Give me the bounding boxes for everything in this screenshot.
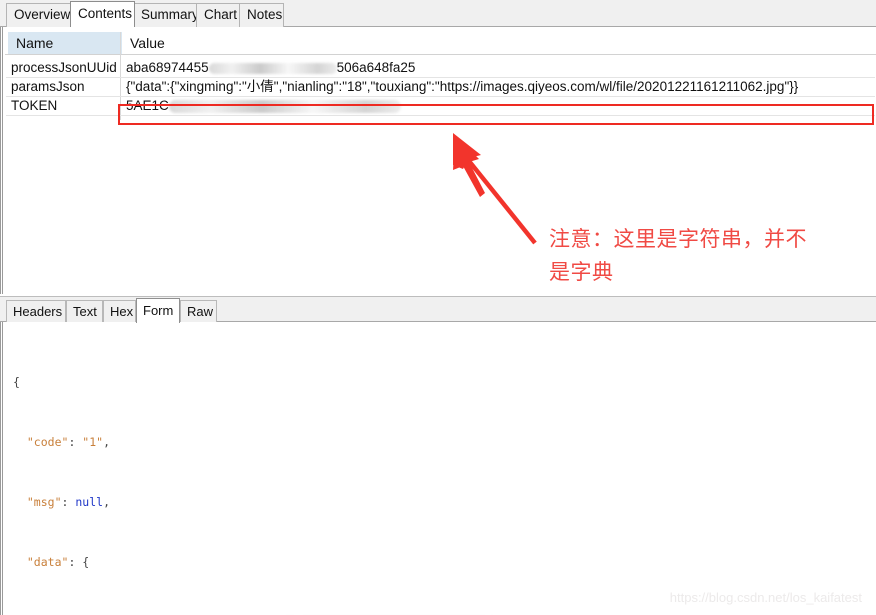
value-prefix: aba68974455 [126,60,209,75]
tab-summary[interactable]: Summary [133,3,199,27]
json-line: "code": "1", [26,435,111,449]
redaction-block [208,62,337,74]
json-key: data [33,555,62,569]
tab-form[interactable]: Form [136,298,180,323]
annotation-line-2: 是字典 [549,260,614,284]
row-value-paramsjson: {"data":{"xingming":"小倩","nianling":"18"… [126,79,799,94]
tab-chart-label: Chart [204,7,238,22]
tab-chart[interactable]: Chart [196,3,241,27]
tab-overview-label: Overview [14,7,71,22]
tab-contents[interactable]: Contents [70,1,135,27]
tab-notes[interactable]: Notes [239,3,284,27]
table-row[interactable]: TOKEN 5AE1C [6,96,875,115]
contents-panel: Name Value processJsonUUid aba68974455 50… [0,27,876,294]
tab-overview[interactable]: Overview [6,3,72,27]
tab-raw-label: Raw [187,304,214,319]
response-body-panel[interactable]: { "code": "1", "msg": null, "data": { "s… [0,322,876,615]
json-viewer: { "code": "1", "msg": null, "data": { "s… [13,332,609,615]
tab-headers-label: Headers [13,304,63,319]
column-header-name[interactable]: Name [8,32,122,54]
tab-text[interactable]: Text [66,300,103,323]
row-value-processjsonuuid: aba68974455 506a648fa25 [123,58,876,77]
tab-contents-label: Contents [78,6,133,21]
row-value-token: 5AE1C [123,96,876,115]
json-line: { [13,375,20,389]
row-name-token: TOKEN [11,98,58,113]
annotation-line-1: 注意：这里是字符串，并不 [549,227,807,251]
tab-text-label: Text [73,304,97,319]
json-value: null [75,495,104,509]
tab-hex[interactable]: Hex [103,300,136,323]
value-prefix: 5AE1C [126,98,169,113]
annotation-text: 注意：这里是字符串，并不 是字典 [549,223,876,289]
top-tab-bar: Overview Contents Summary Chart Notes [0,0,876,27]
column-header-value[interactable]: Value [122,32,874,54]
json-key: code [33,435,62,449]
value-suffix: 506a648fa25 [336,60,416,75]
tab-headers[interactable]: Headers [6,300,66,323]
tab-raw[interactable]: Raw [180,300,217,323]
json-key: msg [33,495,55,509]
table-row[interactable]: processJsonUUid aba68974455 506a648fa25 [6,58,875,77]
parameter-table-header: Name Value [5,32,876,55]
json-line: "data": { [26,555,90,569]
redaction-block [168,99,401,113]
tab-summary-label: Summary [141,7,199,22]
json-line: "msg": null, [26,495,111,509]
tab-notes-label: Notes [247,7,283,22]
row-name-paramsjson: paramsJson [11,79,85,94]
tab-hex-label: Hex [110,304,134,319]
tab-form-label: Form [143,303,174,318]
row-divider [6,115,875,116]
table-row[interactable]: paramsJson {"data":{"xingming":"小倩","nia… [6,77,875,96]
json-value: 1 [89,435,97,449]
row-name-processjsonuuid: processJsonUUid [11,60,117,75]
watermark: https://blog.csdn.net/los_kaifatest [669,590,862,605]
bottom-tab-bar: Headers Text Hex Form Raw [0,296,876,323]
